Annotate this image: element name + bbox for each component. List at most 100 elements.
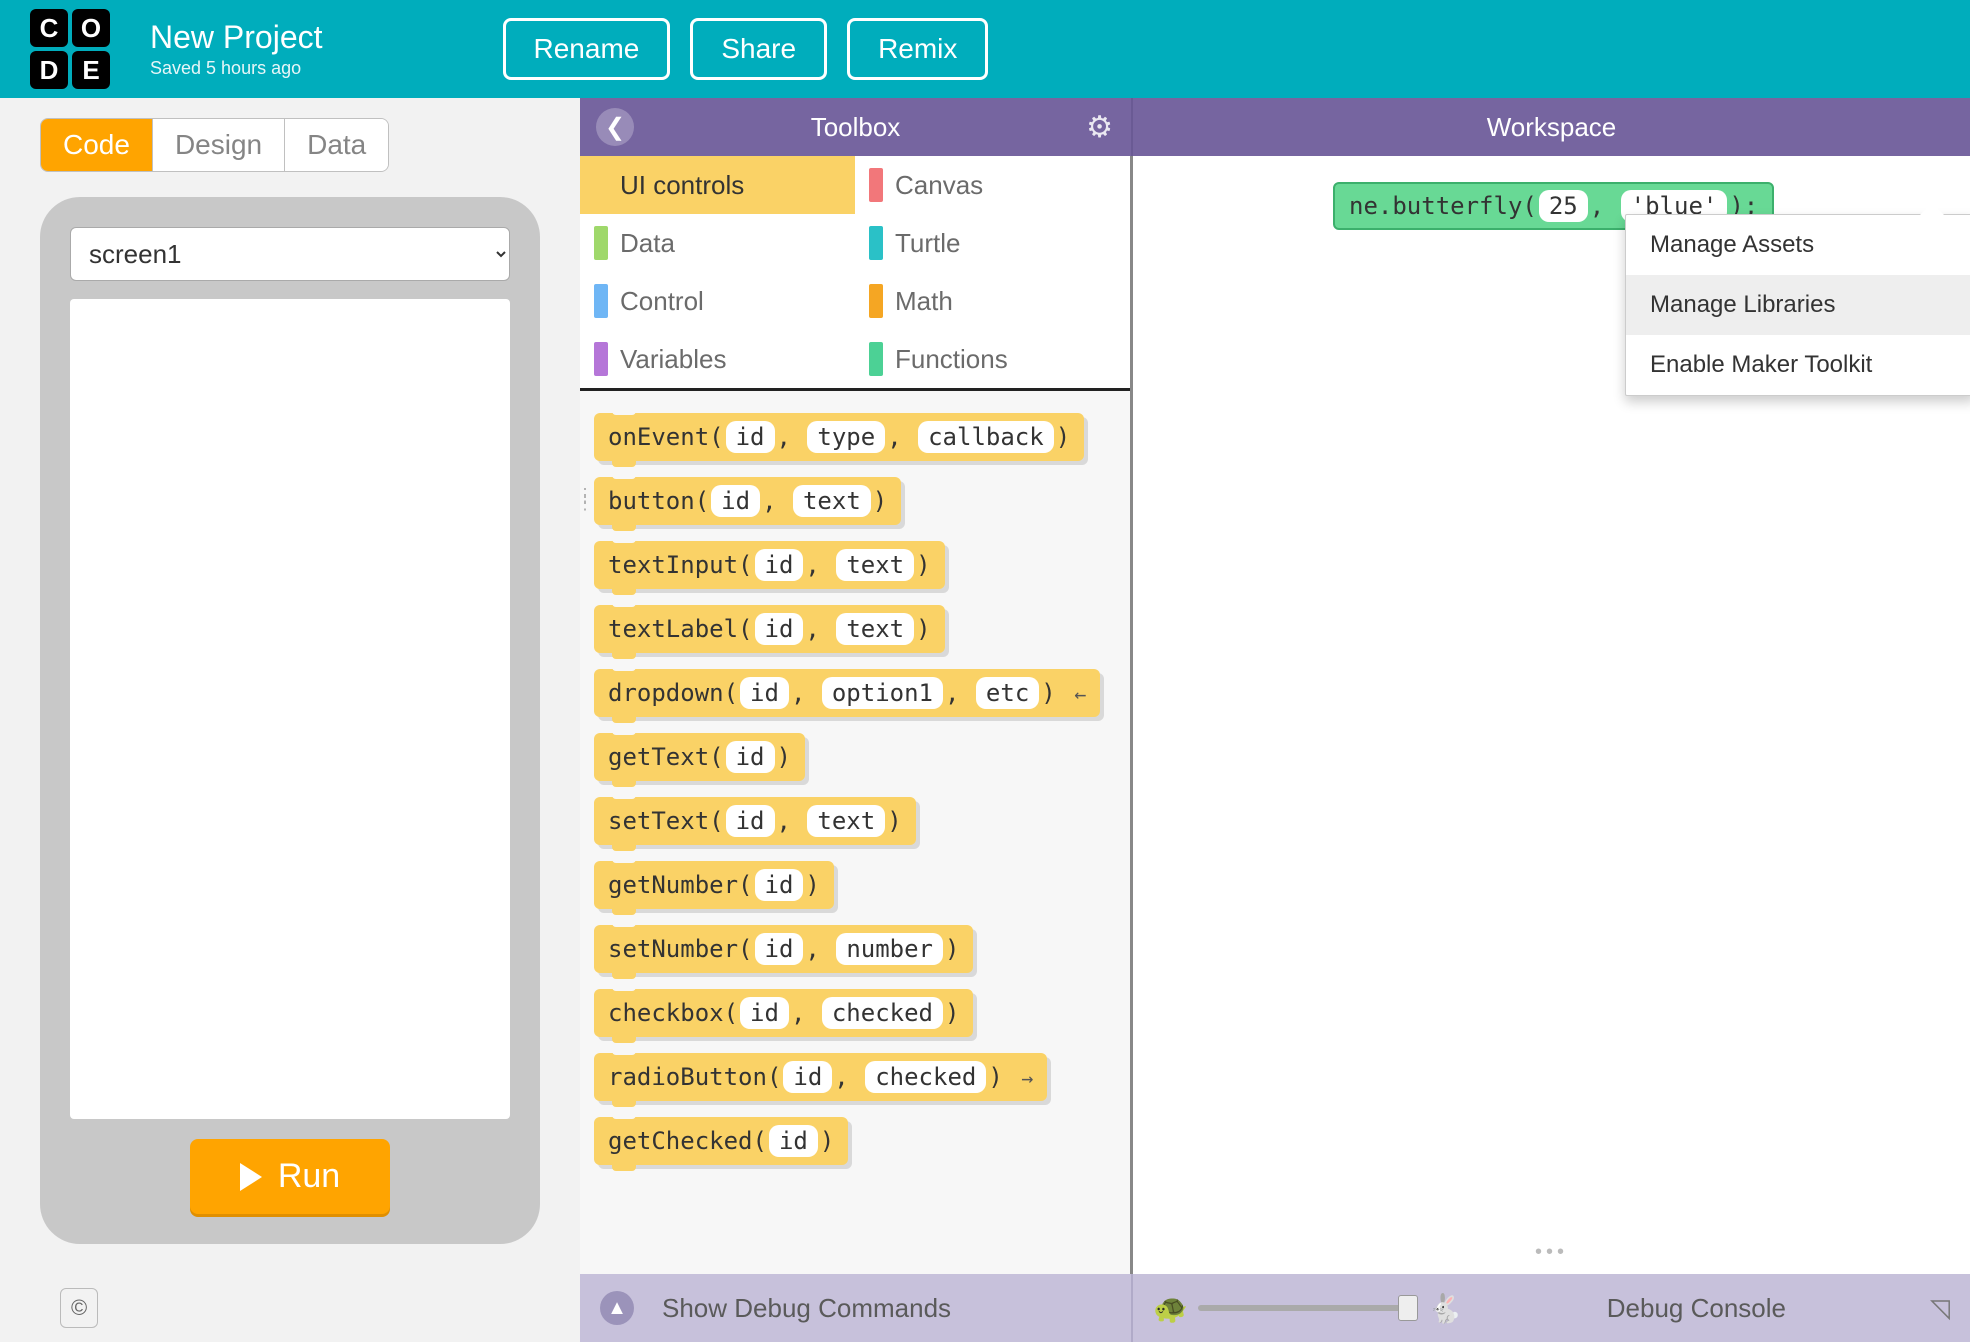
arrow-icon: → xyxy=(1021,1066,1033,1090)
menu-manage-assets[interactable]: Manage Assets xyxy=(1626,215,1970,275)
category-color-bar xyxy=(594,284,608,318)
block-arg[interactable]: etc xyxy=(976,677,1039,709)
run-button[interactable]: Run xyxy=(190,1139,390,1214)
panel-headers: ❮ Toolbox ⚙ Workspace xyxy=(580,98,1970,156)
category-label: Canvas xyxy=(895,170,983,201)
back-icon[interactable]: ❮ xyxy=(596,108,634,146)
category-ui-controls[interactable]: UI controls xyxy=(580,156,855,214)
block-arg[interactable]: checked xyxy=(822,997,943,1029)
block-arg[interactable]: text xyxy=(807,805,885,837)
phone-screen[interactable] xyxy=(70,299,510,1119)
block-arg[interactable]: option1 xyxy=(822,677,943,709)
block-arg[interactable]: id xyxy=(740,997,789,1029)
toolbox-block-button[interactable]: button(id, text) xyxy=(594,477,901,525)
category-grid: UI controls Canvas Data Turtle Control M… xyxy=(580,156,1130,391)
rabbit-icon: 🐇 xyxy=(1428,1292,1463,1325)
project-info: New Project Saved 5 hours ago xyxy=(150,19,323,79)
left-panel: Code Design Data screen1 Run xyxy=(0,98,580,1274)
block-arg[interactable]: id xyxy=(783,1061,832,1093)
tab-data[interactable]: Data xyxy=(285,119,388,171)
block-arg[interactable]: id xyxy=(755,869,804,901)
slider-thumb[interactable] xyxy=(1398,1295,1418,1321)
category-functions[interactable]: Functions xyxy=(855,330,1130,388)
toolbox-block-textInput[interactable]: textInput(id, text) xyxy=(594,541,945,589)
block-arg[interactable]: id xyxy=(711,485,760,517)
toolbox-block-getNumber[interactable]: getNumber(id) xyxy=(594,861,834,909)
turtle-icon: 🐢 xyxy=(1153,1292,1188,1325)
block-arg[interactable]: id xyxy=(755,933,804,965)
block-arg[interactable]: id xyxy=(740,677,789,709)
block-arg[interactable]: type xyxy=(807,421,885,453)
menu-manage-libraries[interactable]: Manage Libraries xyxy=(1626,275,1970,335)
drag-handle-icon[interactable]: ⋮⋮⋮⋮ xyxy=(580,491,592,507)
category-canvas[interactable]: Canvas xyxy=(855,156,1130,214)
copyright-badge[interactable]: © xyxy=(60,1288,98,1328)
category-color-bar xyxy=(594,342,608,376)
app-header: C O D E New Project Saved 5 hours ago Re… xyxy=(0,0,1970,98)
block-arg[interactable]: text xyxy=(836,549,914,581)
toolbox-block-radioButton[interactable]: radioButton(id, checked) → xyxy=(594,1053,1047,1101)
block-arg[interactable]: 25 xyxy=(1539,190,1588,222)
logo-cell: E xyxy=(72,51,110,89)
toolbox-block-setText[interactable]: setText(id, text) xyxy=(594,797,916,845)
clear-icon[interactable]: ◹ xyxy=(1930,1293,1950,1324)
resize-handle-icon[interactable]: ••• xyxy=(1535,1241,1568,1264)
show-debug-label: Show Debug Commands xyxy=(662,1293,951,1324)
category-math[interactable]: Math xyxy=(855,272,1130,330)
category-label: Turtle xyxy=(895,228,961,259)
toolbox-block-getText[interactable]: getText(id) xyxy=(594,733,805,781)
toolbox-block-setNumber[interactable]: setNumber(id, number) xyxy=(594,925,973,973)
center-panel: ❮ Toolbox ⚙ Workspace Manage Assets Mana… xyxy=(580,98,1970,1274)
toolbox-block-checkbox[interactable]: checkbox(id, checked) xyxy=(594,989,973,1037)
block-arg[interactable]: number xyxy=(836,933,943,965)
debug-commands-toggle[interactable]: ▲ Show Debug Commands xyxy=(580,1274,1133,1342)
category-data[interactable]: Data xyxy=(580,214,855,272)
share-button[interactable]: Share xyxy=(690,18,827,80)
category-label: Math xyxy=(895,286,953,317)
toolbox-block-onEvent[interactable]: onEvent(id, type, callback) xyxy=(594,413,1084,461)
category-turtle[interactable]: Turtle xyxy=(855,214,1130,272)
arrow-icon: ← xyxy=(1074,682,1086,706)
screen-select[interactable]: screen1 xyxy=(70,227,510,281)
block-arg[interactable]: id xyxy=(726,421,775,453)
copyright-area: © xyxy=(0,1274,580,1342)
debug-bar: ▲ Show Debug Commands 🐢 🐇 Debug Console … xyxy=(580,1274,1970,1342)
mode-tabs: Code Design Data xyxy=(40,118,389,172)
category-label: Control xyxy=(620,286,704,317)
block-arg[interactable]: id xyxy=(726,741,775,773)
category-color-bar xyxy=(869,226,883,260)
logo-cell: O xyxy=(72,9,110,47)
block-list[interactable]: onEvent(id, type, callback) button(id, te… xyxy=(580,391,1130,1274)
block-arg[interactable]: id xyxy=(755,549,804,581)
block-arg[interactable]: checked xyxy=(865,1061,986,1093)
tab-design[interactable]: Design xyxy=(153,119,285,171)
category-variables[interactable]: Variables xyxy=(580,330,855,388)
block-arg[interactable]: id xyxy=(769,1125,818,1157)
header-actions: Rename Share Remix xyxy=(503,18,989,80)
block-arg[interactable]: text xyxy=(836,613,914,645)
speed-slider[interactable] xyxy=(1198,1305,1418,1311)
block-arg[interactable]: id xyxy=(726,805,775,837)
toolbox: ⋮⋮⋮⋮ UI controls Canvas Data Turtle Cont… xyxy=(580,156,1133,1274)
menu-enable-maker[interactable]: Enable Maker Toolkit xyxy=(1626,335,1970,395)
block-arg[interactable]: text xyxy=(793,485,871,517)
toolbox-block-getChecked[interactable]: getChecked(id) xyxy=(594,1117,848,1165)
block-arg[interactable]: id xyxy=(755,613,804,645)
remix-button[interactable]: Remix xyxy=(847,18,988,80)
category-control[interactable]: Control xyxy=(580,272,855,330)
category-label: UI controls xyxy=(620,170,744,201)
category-color-bar xyxy=(594,168,608,202)
toolbox-block-textLabel[interactable]: textLabel(id, text) xyxy=(594,605,945,653)
block-arg[interactable]: callback xyxy=(918,421,1054,453)
tab-code[interactable]: Code xyxy=(41,119,153,171)
settings-dropdown: Manage Assets Manage Libraries Enable Ma… xyxy=(1625,214,1970,396)
gear-icon[interactable]: ⚙ xyxy=(1086,110,1113,145)
rename-button[interactable]: Rename xyxy=(503,18,671,80)
speed-slider-area: 🐢 🐇 xyxy=(1153,1292,1463,1325)
toolbox-header: ❮ Toolbox ⚙ xyxy=(580,98,1133,156)
phone-simulator: screen1 Run xyxy=(40,197,540,1244)
category-color-bar xyxy=(869,168,883,202)
logo: C O D E xyxy=(30,9,110,89)
toolbox-block-dropdown[interactable]: dropdown(id, option1, etc) ← xyxy=(594,669,1100,717)
run-label: Run xyxy=(278,1157,340,1196)
